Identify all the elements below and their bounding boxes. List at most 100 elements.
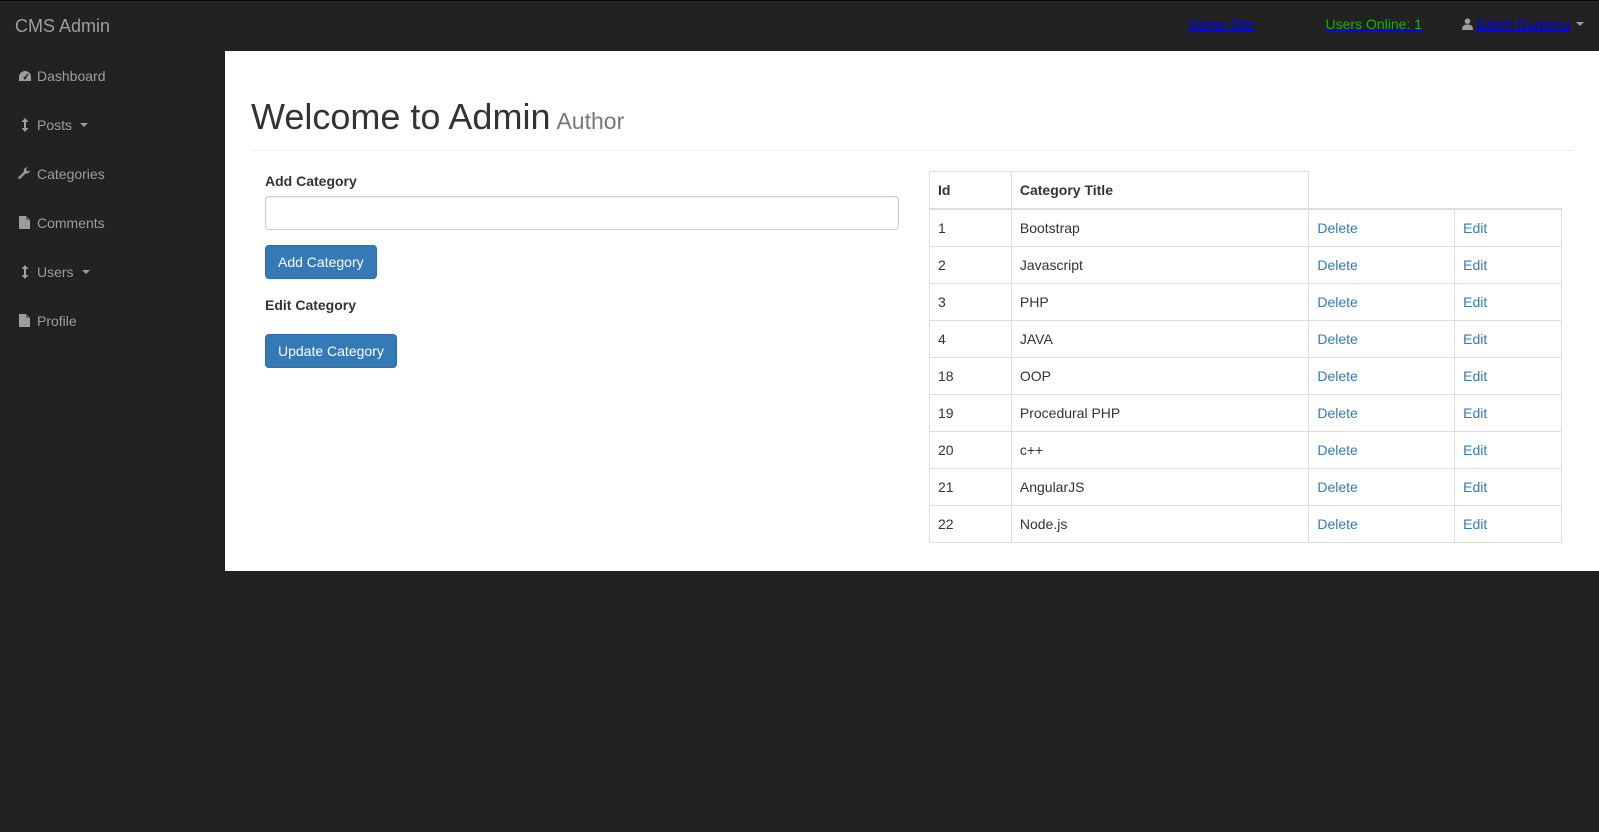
- edit-link[interactable]: Edit: [1463, 331, 1487, 347]
- edit-cell: Edit: [1454, 246, 1562, 284]
- edit-link[interactable]: Edit: [1463, 479, 1487, 495]
- edit-link[interactable]: Edit: [1463, 405, 1487, 421]
- add-category-form: Add Category Add Category: [265, 171, 899, 279]
- edit-link[interactable]: Edit: [1463, 220, 1487, 236]
- delete-link[interactable]: Delete: [1317, 516, 1357, 532]
- page-title-text: Welcome to Admin: [251, 96, 551, 137]
- table-row: 20 c++ Delete Edit: [929, 431, 1562, 469]
- category-id-cell: 4: [929, 320, 1012, 358]
- table-row: 3 PHP Delete Edit: [929, 283, 1562, 321]
- category-id-cell: 21: [929, 468, 1012, 506]
- brand-link[interactable]: CMS Admin: [15, 16, 110, 36]
- category-forms: Add Category Add Category Edit Category …: [265, 171, 899, 368]
- page-content: Welcome to Admin Author Add Category Add …: [225, 51, 1599, 571]
- column-header-title: Category Title: [1010, 171, 1310, 210]
- category-id-cell: 2: [929, 246, 1012, 284]
- table-row: 2 Javascript Delete Edit: [929, 246, 1562, 284]
- table-row: 19 Procedural PHP Delete Edit: [929, 394, 1562, 432]
- table-row: 1 Bootstrap Delete Edit: [929, 208, 1562, 247]
- sidebar-item-label: Profile: [37, 312, 77, 329]
- chevron-down-icon: [1576, 22, 1584, 26]
- delete-cell: Delete: [1308, 394, 1456, 432]
- user-dropdown[interactable]: Edem Dumenu: [1461, 16, 1584, 32]
- delete-link[interactable]: Delete: [1317, 405, 1357, 421]
- category-title-cell: JAVA: [1010, 320, 1310, 358]
- edit-link[interactable]: Edit: [1463, 442, 1487, 458]
- edit-cell: Edit: [1454, 431, 1562, 469]
- categories-table: Id Category Title 1 Bootstrap Delete Edit 2 J…: [929, 171, 1562, 543]
- edit-link[interactable]: Edit: [1463, 294, 1487, 310]
- users-online-count: 1: [1414, 16, 1422, 32]
- category-title-cell: OOP: [1010, 357, 1310, 395]
- table-header-row: Id Category Title: [929, 171, 1562, 210]
- delete-link[interactable]: Delete: [1317, 257, 1357, 273]
- sidebar-item-users[interactable]: Users: [0, 247, 225, 296]
- delete-cell: Delete: [1308, 431, 1456, 469]
- edit-cell: Edit: [1454, 283, 1562, 321]
- column-header-id: Id: [929, 171, 1012, 210]
- arrows-v-icon: [17, 117, 32, 133]
- category-title-cell: Procedural PHP: [1010, 394, 1310, 432]
- category-title-cell: c++: [1010, 431, 1310, 469]
- column-header-blank: [1454, 171, 1562, 210]
- sidebar-item-categories[interactable]: Categories: [0, 149, 225, 198]
- table-row: 18 OOP Delete Edit: [929, 357, 1562, 395]
- category-title-cell: Node.js: [1010, 505, 1310, 543]
- home-site-link[interactable]: Home Site: [1189, 16, 1254, 32]
- category-id-cell: 22: [929, 505, 1012, 543]
- delete-link[interactable]: Delete: [1317, 442, 1357, 458]
- delete-cell: Delete: [1308, 468, 1456, 506]
- table-body: 1 Bootstrap Delete Edit 2 Javascript Delete Edi…: [929, 208, 1562, 543]
- page-header: Welcome to Admin Author: [251, 97, 1574, 151]
- category-title-cell: PHP: [1010, 283, 1310, 321]
- category-id-cell: 18: [929, 357, 1012, 395]
- delete-cell: Delete: [1308, 208, 1456, 247]
- edit-link[interactable]: Edit: [1463, 368, 1487, 384]
- table-row: 4 JAVA Delete Edit: [929, 320, 1562, 358]
- category-title-cell: Javascript: [1010, 246, 1310, 284]
- add-category-input[interactable]: [265, 196, 899, 230]
- users-online-indicator[interactable]: Users Online: 1: [1326, 16, 1423, 32]
- user-icon: [1461, 18, 1473, 30]
- delete-link[interactable]: Delete: [1317, 331, 1357, 347]
- edit-cell: Edit: [1454, 357, 1562, 395]
- edit-link[interactable]: Edit: [1463, 257, 1487, 273]
- column-header-blank: [1308, 171, 1455, 210]
- delete-cell: Delete: [1308, 320, 1456, 358]
- file-icon: [17, 215, 32, 231]
- categories-table-container: Id Category Title 1 Bootstrap Delete Edit 2 J…: [929, 171, 1562, 543]
- page-title: Welcome to Admin Author: [251, 97, 1574, 141]
- delete-link[interactable]: Delete: [1317, 294, 1357, 310]
- wrench-icon: [17, 166, 32, 182]
- arrows-v-icon: [17, 264, 32, 280]
- edit-cell: Edit: [1454, 394, 1562, 432]
- delete-cell: Delete: [1308, 283, 1456, 321]
- sidebar-item-dashboard[interactable]: Dashboard: [0, 51, 225, 100]
- edit-link[interactable]: Edit: [1463, 516, 1487, 532]
- sidebar-item-label: Comments: [37, 214, 105, 231]
- edit-cell: Edit: [1454, 320, 1562, 358]
- top-navbar: CMS Admin Home Site Users Online: 1 Edem…: [0, 0, 1599, 51]
- category-id-cell: 3: [929, 283, 1012, 321]
- edit-cell: Edit: [1454, 505, 1562, 543]
- sidebar-item-comments[interactable]: Comments: [0, 198, 225, 247]
- edit-cell: Edit: [1454, 208, 1562, 247]
- sidebar-item-label: Categories: [37, 165, 105, 182]
- category-id-cell: 1: [929, 208, 1012, 247]
- file-icon: [17, 313, 32, 329]
- table-row: 22 Node.js Delete Edit: [929, 505, 1562, 543]
- add-category-button[interactable]: Add Category: [265, 245, 377, 279]
- users-online-label: Users Online:: [1325, 16, 1415, 32]
- sidebar-item-posts[interactable]: Posts: [0, 100, 225, 149]
- user-name: Edem Dumenu: [1476, 16, 1570, 32]
- category-id-cell: 19: [929, 394, 1012, 432]
- sidebar: Dashboard Posts Categories Comments User…: [0, 51, 225, 832]
- update-category-button[interactable]: Update Category: [265, 334, 397, 368]
- edit-cell: Edit: [1454, 468, 1562, 506]
- delete-link[interactable]: Delete: [1317, 479, 1357, 495]
- edit-category-form: Edit Category Update Category: [265, 295, 899, 368]
- table-row: 21 AngularJS Delete Edit: [929, 468, 1562, 506]
- sidebar-item-profile[interactable]: Profile: [0, 296, 225, 345]
- delete-link[interactable]: Delete: [1317, 220, 1357, 236]
- delete-link[interactable]: Delete: [1317, 368, 1357, 384]
